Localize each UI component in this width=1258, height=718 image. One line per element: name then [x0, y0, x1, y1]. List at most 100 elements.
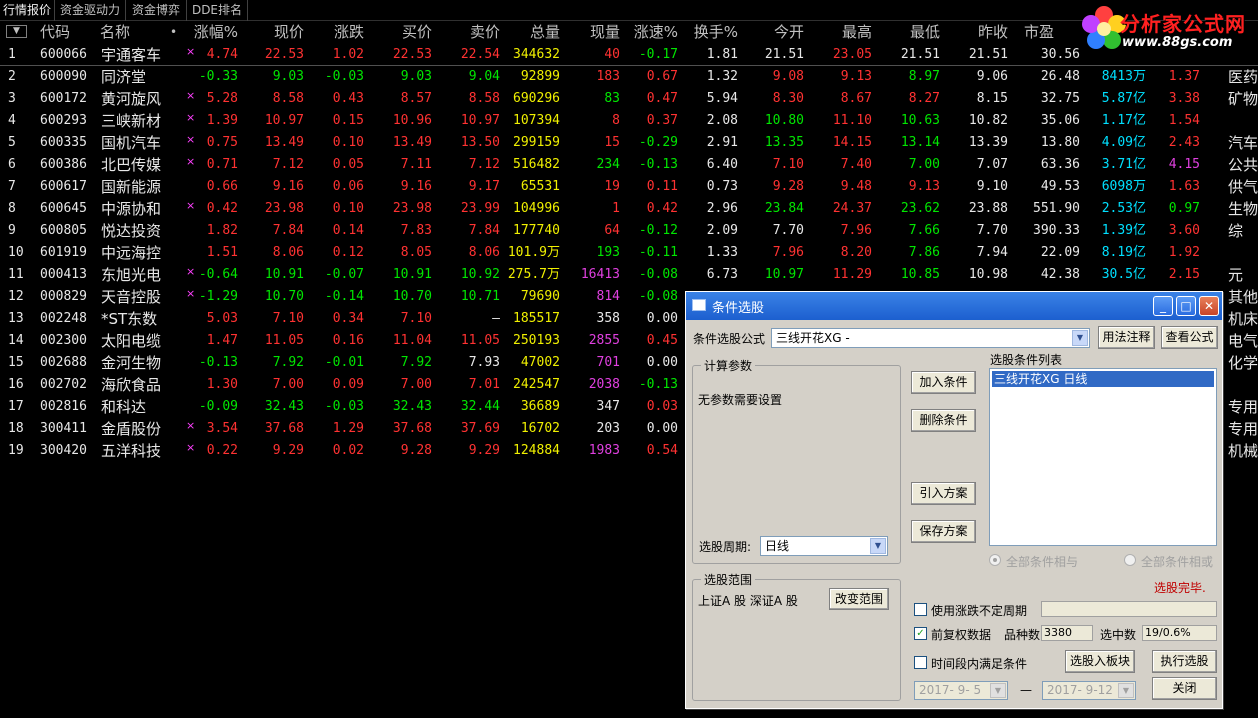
cell-ind: 其他	[1228, 288, 1258, 306]
col-ask[interactable]: 卖价	[448, 21, 500, 43]
table-row[interactable]: 8 600645 中源协和 × 0.42 23.98 0.10 23.98 23.99 10499…	[0, 198, 1258, 220]
time-range-checkbox[interactable]	[914, 656, 927, 669]
col-high[interactable]: 最高	[820, 21, 872, 43]
cell-pct: 0.71	[206, 157, 238, 172]
row-number: 8	[8, 201, 16, 216]
stock-name: 五洋科技	[101, 442, 162, 460]
cell-spd: 0.00	[646, 355, 678, 370]
cell-low: 7.00	[908, 157, 940, 172]
radio-or[interactable]	[1124, 554, 1136, 566]
tab-dde-rank[interactable]: DDE排名	[187, 0, 248, 21]
chevron-down-icon[interactable]: ▼	[1118, 683, 1134, 698]
col-price[interactable]: 现价	[252, 21, 304, 43]
cell-pe: 26.48	[1040, 69, 1080, 84]
table-row[interactable]: 1 600066 宇通客车 × 4.74 22.53 1.02 22.53 22.54 34463…	[0, 44, 1258, 66]
col-cur-vol[interactable]: 现量	[568, 21, 620, 43]
cell-prev: 10.98	[968, 267, 1008, 282]
cell-cur: 358	[596, 311, 620, 326]
cell-vol: 344632	[513, 47, 560, 62]
chevron-down-icon[interactable]: ▼	[990, 683, 1006, 698]
col-turnover[interactable]: 换手%	[686, 21, 738, 43]
cell-high: 7.96	[840, 223, 872, 238]
col-volume[interactable]: 总量	[508, 21, 560, 43]
change-range-button[interactable]: 改变范围	[829, 588, 889, 610]
add-to-block-button[interactable]: 选股入板块	[1065, 650, 1135, 673]
condition-list[interactable]: 三线开花XG 日线	[989, 368, 1217, 546]
cell-chg: 0.05	[332, 157, 364, 172]
add-condition-button[interactable]: 加入条件	[911, 371, 976, 394]
cell-cur: 701	[596, 355, 620, 370]
cell-spd: 0.67	[646, 69, 678, 84]
cell-spd: 0.00	[646, 421, 678, 436]
close-icon[interactable]: ✕	[1199, 296, 1219, 316]
close-button[interactable]: 关闭	[1152, 677, 1217, 700]
cell-bid: 7.00	[400, 377, 432, 392]
cell-low: 10.63	[900, 113, 940, 128]
cell-low: 10.85	[900, 267, 940, 282]
stock-name: 和科达	[101, 398, 147, 416]
stock-name: 国机汽车	[101, 134, 162, 152]
uncertain-period-checkbox[interactable]	[914, 603, 927, 616]
cell-low: 8.27	[908, 91, 940, 106]
date-from-picker[interactable]: 2017- 9- 5 ▼	[914, 681, 1008, 700]
view-formula-button[interactable]: 查看公式	[1161, 326, 1218, 349]
col-pct[interactable]: 涨幅%	[190, 21, 238, 43]
table-row[interactable]: 6 600386 北巴传媒 × 0.71 7.12 0.05 7.11 7.12 516482 23…	[0, 154, 1258, 176]
formula-select[interactable]: 三线开花XG - ▼	[771, 328, 1090, 348]
cell-spd: -0.29	[638, 135, 678, 150]
chevron-down-icon[interactable]: ▼	[1072, 330, 1088, 346]
tab-fund-game[interactable]: 资金博弈	[126, 0, 187, 21]
date-to-picker[interactable]: 2017- 9-12 ▼	[1042, 681, 1136, 700]
maximize-button[interactable]: □	[1176, 296, 1196, 316]
dialog-titlebar[interactable]: 条件选股 _ □ ✕	[686, 292, 1222, 320]
period-select[interactable]: 日线 ▼	[760, 536, 888, 556]
cell-cap: 1.17亿	[1101, 113, 1146, 128]
condition-list-title: 选股条件列表	[990, 353, 1063, 367]
col-open[interactable]: 今开	[752, 21, 804, 43]
cell-bid: 7.10	[400, 311, 432, 326]
usage-notes-button[interactable]: 用法注释	[1098, 326, 1155, 349]
cell-turn: 1.81	[706, 47, 738, 62]
col-low[interactable]: 最低	[888, 21, 940, 43]
cell-bid: 32.43	[392, 399, 432, 414]
row-number: 2	[8, 69, 16, 84]
row-number: 6	[8, 157, 16, 172]
cell-prev: 23.88	[968, 201, 1008, 216]
uncertain-period-label: 使用涨跌不定周期	[931, 604, 1028, 618]
col-prev-close[interactable]: 昨收	[956, 21, 1008, 43]
execute-screen-button[interactable]: 执行选股	[1152, 650, 1217, 673]
table-row[interactable]: 9 600805 悦达投资 1.82 7.84 0.14 7.83 7.84 177740 64 -…	[0, 220, 1258, 242]
col-pe[interactable]: 市盈	[1024, 21, 1054, 43]
cell-x: 1.54	[1168, 113, 1200, 128]
minimize-button[interactable]: _	[1153, 296, 1173, 316]
stock-code: 600172	[40, 91, 87, 106]
chevron-down-icon[interactable]: ▼	[870, 538, 886, 554]
cell-pct: -0.09	[198, 399, 238, 414]
col-speed[interactable]: 涨速%	[626, 21, 678, 43]
tab-quotes[interactable]: 行情报价	[0, 0, 55, 21]
tab-fund-drive[interactable]: 资金驱动力	[55, 0, 126, 21]
import-plan-button[interactable]: 引入方案	[911, 482, 976, 505]
list-item[interactable]: 三线开花XG 日线	[992, 371, 1214, 387]
date-to-value: 2017- 9-12	[1047, 683, 1113, 697]
cell-spd: 0.03	[646, 399, 678, 414]
col-bid[interactable]: 买价	[380, 21, 432, 43]
cell-bid: 7.92	[400, 355, 432, 370]
cell-turn: 6.40	[706, 157, 738, 172]
delete-condition-button[interactable]: 删除条件	[911, 409, 976, 432]
col-change[interactable]: 涨跌	[312, 21, 364, 43]
cell-vol: 185517	[513, 311, 560, 326]
col-code[interactable]: 代码	[40, 21, 70, 43]
col-name[interactable]: 名称	[100, 21, 130, 43]
radio-and[interactable]	[989, 554, 1001, 566]
cell-prev: 7.70	[976, 223, 1008, 238]
forward-adjust-checkbox[interactable]: ✓	[914, 627, 927, 640]
cell-cap: 8413万	[1101, 69, 1146, 84]
stock-name: 三峡新材	[101, 112, 162, 130]
cell-pe: 22.09	[1040, 245, 1080, 260]
cell-low: 8.97	[908, 69, 940, 84]
save-plan-button[interactable]: 保存方案	[911, 520, 976, 543]
cell-low: 7.66	[908, 223, 940, 238]
stock-code: 600293	[40, 113, 87, 128]
cell-chg: 0.06	[332, 179, 364, 194]
